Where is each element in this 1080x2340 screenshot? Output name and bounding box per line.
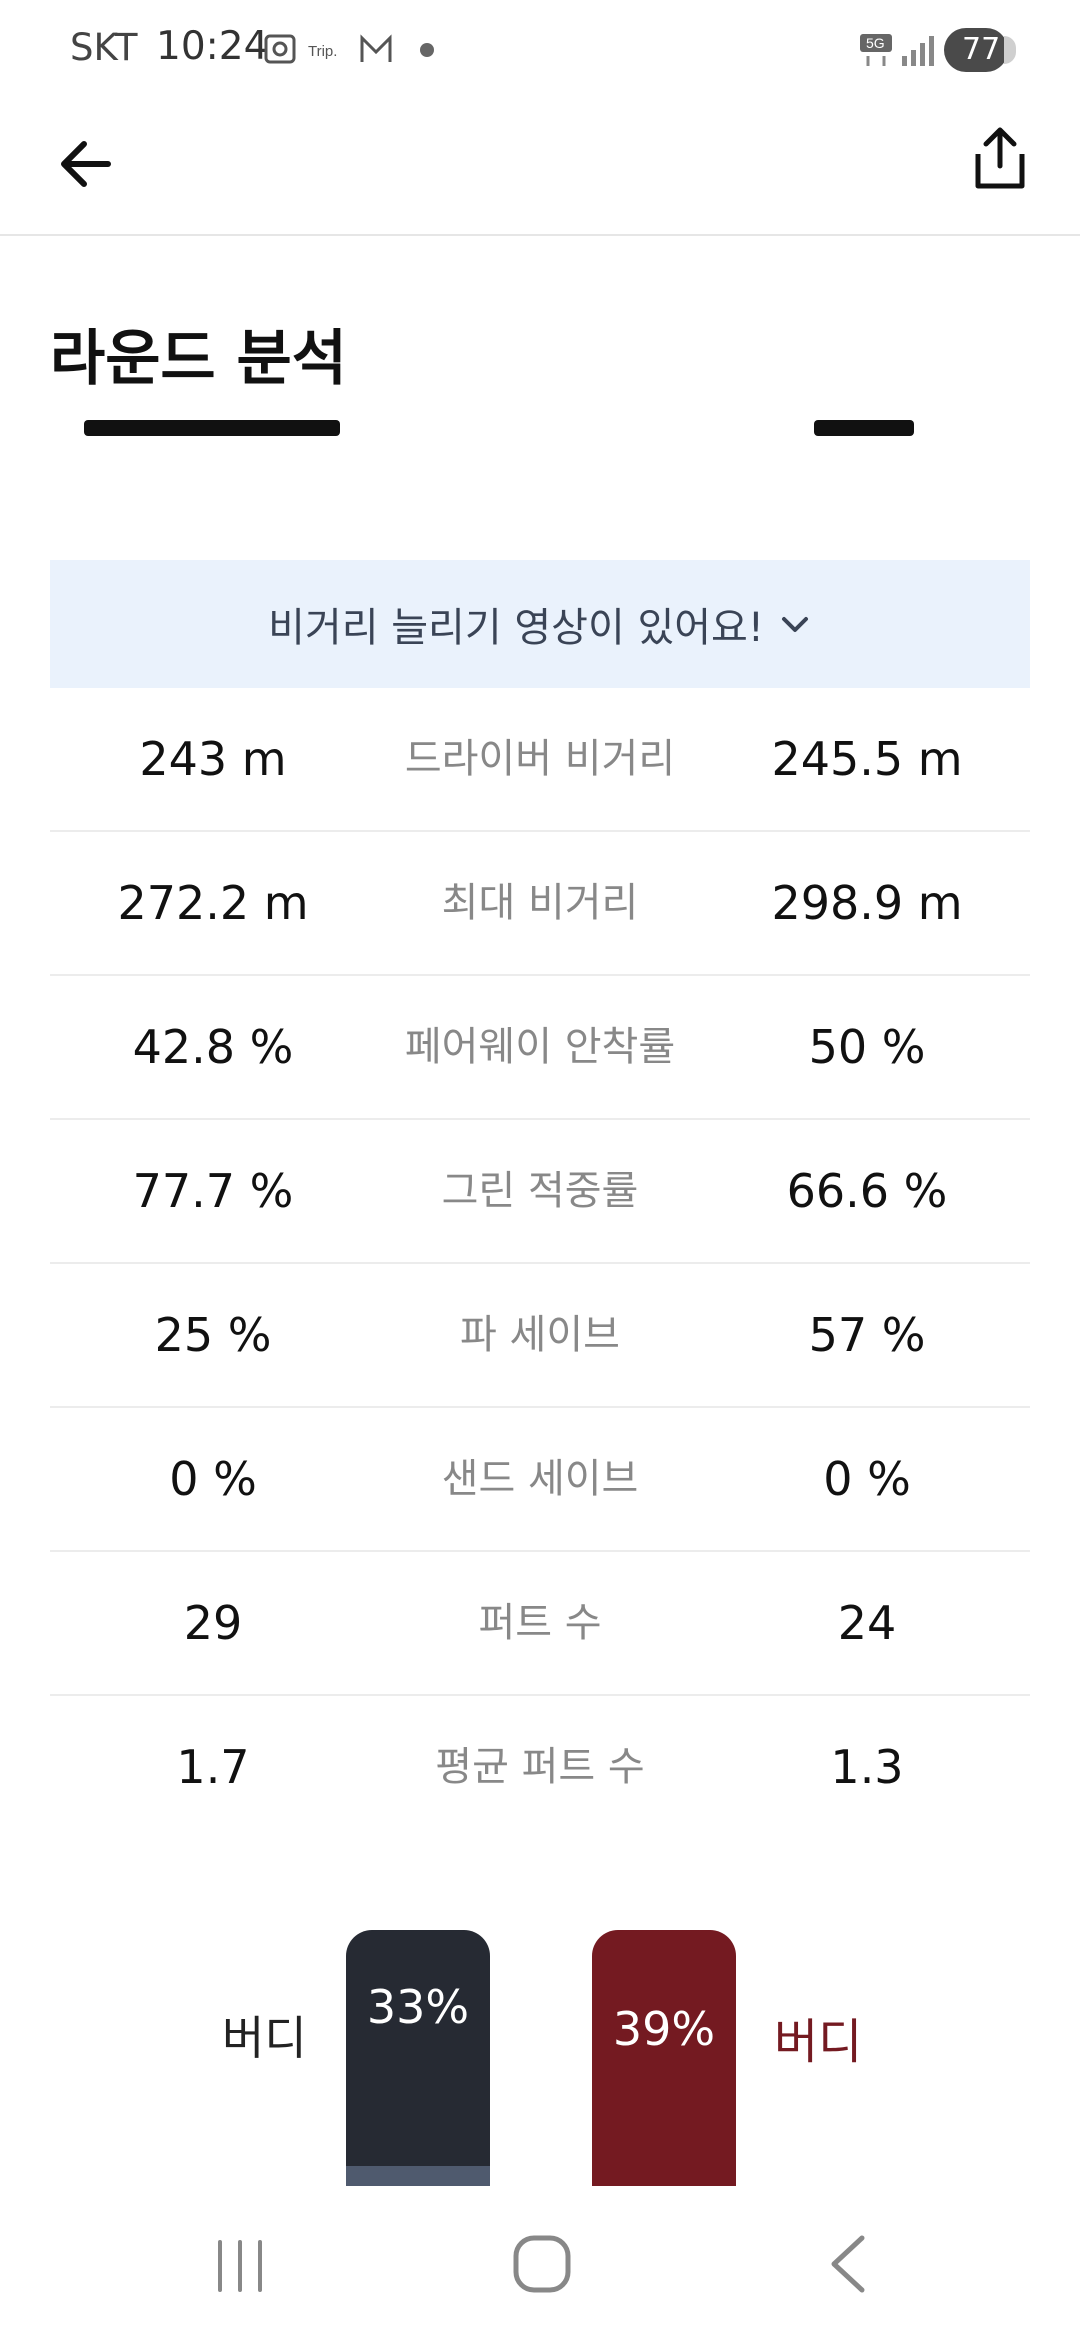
player-left-value: 1.7 — [176, 1740, 250, 1794]
page-title: 라운드 분석 — [50, 324, 347, 394]
table-row: 25 % 파 세이브 57 % — [50, 1264, 1030, 1408]
dot-icon — [420, 43, 434, 57]
table-row: 1.7 평균 퍼트 수 1.3 — [50, 1696, 1030, 1838]
player-left-value: 243 m — [139, 732, 287, 786]
player-right-value: 24 — [837, 1596, 897, 1650]
clock: 10:24 — [156, 24, 269, 69]
stat-label: 퍼트 수 — [478, 1600, 602, 1646]
table-row: 243 m 드라이버 비거리 245.5 m — [50, 688, 1030, 832]
player-right-value: 1.3 — [830, 1740, 904, 1794]
trip-icon: Trip. — [308, 43, 337, 60]
birdie-comparison: 버디 33% 39% 버디 — [0, 1920, 1080, 2186]
player-left-value: 272.2 m — [117, 876, 309, 930]
table-row: 272.2 m 최대 비거리 298.9 m — [50, 832, 1030, 976]
battery-icon: 77 — [944, 28, 1016, 72]
video-banner[interactable]: 비거리 늘리기 영상이 있어요! — [50, 560, 1030, 688]
player-left-value: 25 % — [154, 1308, 272, 1362]
chevron-down-icon — [781, 617, 808, 632]
svg-text:5G: 5G — [866, 35, 885, 51]
stat-label: 샌드 세이브 — [441, 1456, 639, 1502]
player-left-value: 0 % — [169, 1452, 257, 1506]
birdie-value-left: 33% — [366, 1980, 470, 2034]
player-right-value: 0 % — [823, 1452, 911, 1506]
carrier-label: SKT — [70, 26, 138, 69]
table-row: 42.8 % 페어웨이 안착률 50 % — [50, 976, 1030, 1120]
player-right-value: 298.9 m — [771, 876, 963, 930]
birdie-bar-right — [592, 1930, 736, 2186]
table-row: 0 % 샌드 세이브 0 % — [50, 1408, 1030, 1552]
back-icon[interactable] — [820, 2232, 880, 2296]
system-nav-bar — [0, 2186, 1080, 2340]
home-icon[interactable] — [510, 2232, 574, 2296]
player-left-value: 42.8 % — [132, 1020, 294, 1074]
player-right-value: 245.5 m — [771, 732, 963, 786]
stat-label: 평균 퍼트 수 — [435, 1744, 645, 1790]
screenshot-icon — [264, 34, 296, 64]
birdie-bar-left-accent — [346, 2166, 490, 2186]
clipped-header-row — [0, 420, 1080, 470]
stat-label: 파 세이브 — [460, 1312, 620, 1358]
notification-icons: Trip. — [264, 34, 392, 64]
recent-apps-icon[interactable] — [210, 2236, 270, 2296]
player-right-value: 57 % — [808, 1308, 926, 1362]
signal-icon — [902, 36, 934, 66]
5g-icon: 5G — [860, 34, 892, 66]
clipped-text-fragments — [84, 420, 914, 436]
video-banner-text: 비거리 늘리기 영상이 있어요! — [268, 605, 764, 651]
table-row: 29 퍼트 수 24 — [50, 1552, 1030, 1696]
birdie-label-right: 버디 — [774, 2014, 863, 2070]
table-row: 77.7 % 그린 적중률 66.6 % — [50, 1120, 1030, 1264]
stat-label: 최대 비거리 — [441, 880, 639, 926]
stat-label: 드라이버 비거리 — [404, 736, 676, 782]
birdie-label-left: 버디 — [222, 2011, 307, 2065]
share-icon[interactable] — [960, 120, 1040, 200]
stat-label: 페어웨이 안착률 — [404, 1024, 676, 1070]
player-right-value: 66.6 % — [786, 1164, 948, 1218]
stats-table: 243 m 드라이버 비거리 245.5 m 272.2 m 최대 비거리 29… — [50, 688, 1030, 1838]
player-left-value: 29 — [183, 1596, 243, 1650]
birdie-value-right: 39% — [612, 2002, 716, 2056]
gmail-icon — [360, 34, 392, 62]
player-right-value: 50 % — [808, 1020, 926, 1074]
birdie-bar-left — [346, 1930, 490, 2186]
player-left-value: 77.7 % — [132, 1164, 294, 1218]
app-bar — [0, 100, 1080, 236]
arrow-left-icon[interactable] — [50, 124, 130, 204]
stat-label: 그린 적중률 — [441, 1168, 639, 1214]
status-bar: SKT 10:24 Trip. 5G 77 — [0, 0, 1080, 100]
